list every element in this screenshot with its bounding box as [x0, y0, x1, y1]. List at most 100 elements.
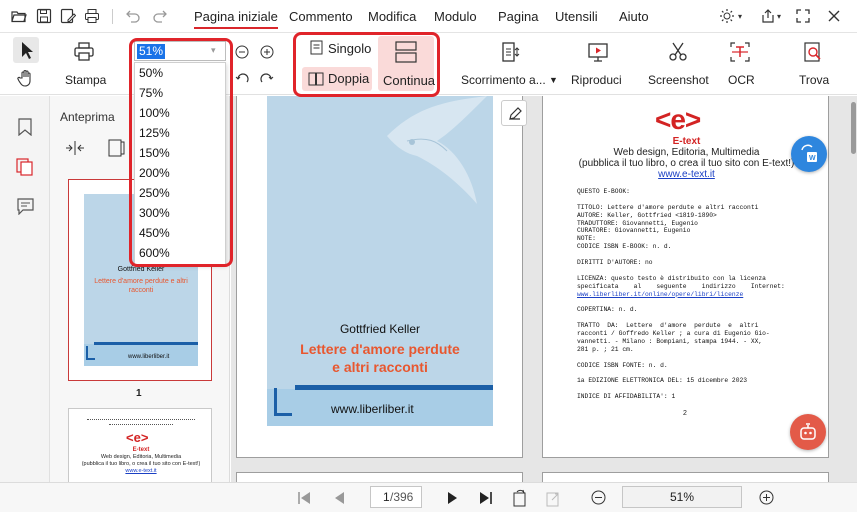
thumb-text-line — [87, 419, 195, 421]
thumb2-url: www.e-text.it — [125, 468, 157, 474]
thumb2-line2: (pubblica il tuo libro, o crea il tuo si… — [81, 461, 201, 467]
thumb2-brand: E-text — [132, 447, 150, 453]
screenshot-scissors-icon[interactable] — [667, 41, 689, 63]
zoom-out-icon[interactable] — [591, 490, 606, 505]
rotate-page-icon[interactable] — [512, 489, 528, 507]
liberliber-logo-icon — [274, 388, 292, 416]
chevron-down-icon[interactable]: ▾ — [738, 12, 742, 21]
bookmark-icon[interactable] — [17, 118, 33, 136]
page-2-text-line: DIRITTI D'AUTORE: no — [577, 259, 653, 267]
print-button-label[interactable]: Stampa — [65, 73, 106, 87]
thumbnails-icon[interactable] — [16, 158, 34, 176]
highlight-box-page-layout — [293, 32, 440, 97]
etext-url[interactable]: www.e-text.it — [543, 169, 830, 180]
edit-button[interactable] — [501, 100, 527, 126]
zoom-in-icon[interactable] — [260, 45, 274, 59]
page-2-text-line: TRADUTTORE: Giovannetti, Eugenio — [577, 219, 698, 227]
page-2-text-line: NOTE: — [577, 235, 596, 243]
tab-pagina-iniziale[interactable]: Pagina iniziale — [194, 9, 278, 29]
comment-icon[interactable] — [17, 198, 34, 215]
page-2-text-line: TITOLO: Lettere d'amore perdute e altri … — [577, 203, 759, 211]
menu-bar: Pagina iniziale Commento Modifica Modulo… — [0, 0, 857, 33]
next-page-icon[interactable] — [446, 490, 460, 506]
theme-sun-icon[interactable] — [719, 8, 735, 24]
page-number: 2 — [683, 410, 687, 417]
close-icon[interactable] — [826, 8, 842, 24]
cover-title-line2: e altri racconti — [332, 359, 428, 375]
undo-icon[interactable] — [125, 8, 141, 24]
tab-modifica[interactable]: Modifica — [368, 9, 416, 24]
scrollbar-thumb[interactable] — [851, 102, 856, 154]
page-2-text-line: COPERTINA: n. d. — [577, 306, 638, 314]
thumb-title: Lettere d'amore perdute e altri racconti — [94, 278, 188, 294]
pdf-page-2: <e> E-text Web design, Editoria, Multime… — [542, 96, 829, 458]
page-2-text-line: AUTORE: Keller, Gottfried <1819-1890> — [577, 211, 717, 219]
scrollbar-track[interactable] — [850, 96, 857, 482]
rotate-right-icon[interactable] — [260, 73, 274, 87]
seagull-illustration — [387, 96, 487, 204]
page-2-text-line: TRATTO DA: Lettere d'amore perdute e alt… — [577, 322, 759, 330]
shrink-thumbnails-icon[interactable] — [64, 140, 86, 156]
current-page: 1 — [383, 490, 390, 504]
find-label[interactable]: Trova — [799, 73, 829, 87]
print-icon[interactable] — [84, 8, 100, 24]
cover-image: Gottfried Keller Lettere d'amore perdute… — [267, 96, 493, 426]
save-icon[interactable] — [36, 8, 52, 24]
extract-page-icon[interactable] — [545, 489, 561, 507]
chevron-down-icon[interactable]: ▾ — [777, 12, 781, 21]
convert-to-word-button[interactable]: W — [791, 136, 827, 172]
document-viewer: Gottfried Keller Lettere d'amore perdute… — [231, 96, 857, 482]
thumbnail-page-number: 1 — [136, 388, 142, 399]
tab-pagina[interactable]: Pagina — [498, 9, 538, 24]
last-page-icon[interactable] — [478, 490, 494, 506]
thumb-text-line — [109, 424, 173, 426]
tab-modulo[interactable]: Modulo — [434, 9, 477, 24]
previous-page-icon[interactable] — [332, 490, 346, 506]
svg-text:W: W — [809, 155, 816, 162]
scroll-mode-label[interactable]: Scorrimento a... — [461, 73, 546, 87]
select-tool-button[interactable] — [13, 37, 39, 63]
chevron-down-icon[interactable]: ▼ — [549, 75, 558, 85]
screenshot-label[interactable]: Screenshot — [648, 73, 709, 87]
page-2-text-line — [577, 196, 799, 204]
etext-line2: (pubblica il tuo libro, o crea il tuo si… — [578, 158, 795, 169]
first-page-icon[interactable] — [296, 490, 312, 506]
thumb-footer-line — [94, 342, 198, 345]
thumb-author: Gottfried Keller — [117, 266, 165, 273]
play-label[interactable]: Riproduci — [571, 73, 622, 87]
page-2-text-line: www.liberliber.it/online/opere/libri/lic… — [577, 290, 744, 298]
thumb-site: www.liberliber.it — [128, 354, 170, 360]
zoom-out-icon[interactable] — [235, 45, 249, 59]
hand-tool-icon[interactable] — [17, 69, 35, 87]
page-2-text-line: vannetti. - Milano : Bompiani, stampa 19… — [577, 337, 763, 345]
rotate-left-icon[interactable] — [235, 73, 249, 87]
redo-icon[interactable] — [152, 8, 168, 24]
pdf-page-4 — [542, 472, 829, 482]
tab-commento[interactable]: Commento — [289, 9, 353, 24]
page-2-text-line: INDICE DI AFFIDABILITA': 1 — [577, 393, 676, 401]
zoom-level-display[interactable]: 51% — [622, 486, 742, 508]
zoom-in-icon[interactable] — [759, 490, 774, 505]
scroll-mode-icon[interactable] — [499, 41, 521, 63]
page-number-input[interactable]: 1 /396 — [370, 486, 422, 508]
ai-assistant-button[interactable] — [790, 414, 826, 450]
ocr-icon[interactable] — [729, 41, 751, 63]
save-as-icon[interactable] — [60, 8, 76, 24]
page-view-icon[interactable] — [108, 139, 126, 157]
page-thumbnail-2[interactable]: <e> E-text Web design, Editoria, Multime… — [68, 408, 212, 482]
find-icon[interactable] — [802, 41, 824, 63]
ocr-label[interactable]: OCR — [728, 73, 755, 87]
status-bar: 1 /396 51% — [0, 482, 857, 512]
print-icon[interactable] — [73, 41, 95, 63]
tab-utensili[interactable]: Utensili — [555, 9, 598, 24]
page-2-text-line: CODICE ISBN E-BOOK: n. d. — [577, 243, 672, 251]
share-icon[interactable] — [760, 8, 776, 24]
etext-brand: E-text — [672, 136, 701, 147]
tab-aiuto[interactable]: Aiuto — [619, 9, 649, 24]
thumb2-line1: Web design, Editoria, Multimedia — [100, 454, 182, 460]
page-2-text-line: CURATORE: Giovannetti, Eugenio — [577, 227, 691, 235]
play-icon[interactable] — [587, 41, 609, 63]
page-2-text-line: CODICE ISBN FONTE: n. d. — [577, 361, 668, 369]
open-folder-icon[interactable] — [11, 8, 27, 24]
fullscreen-icon[interactable] — [795, 8, 811, 24]
